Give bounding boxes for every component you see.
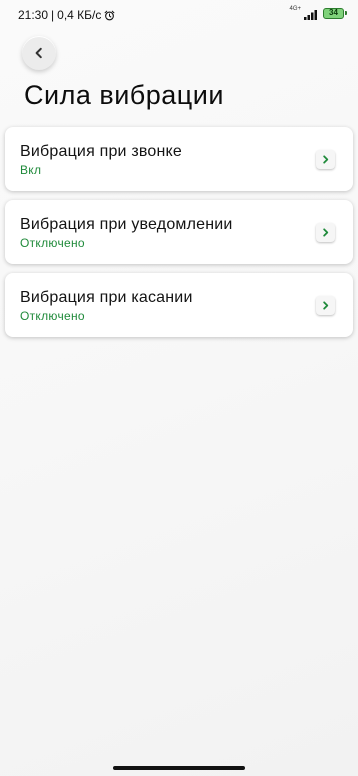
status-separator: | <box>51 8 55 22</box>
page-title: Сила вибрации <box>24 80 224 110</box>
item-value: Вкл <box>20 163 42 177</box>
touch-vibration-item[interactable]: Вибрация при касании Отключено <box>5 273 353 337</box>
chevron-right-icon <box>316 296 335 315</box>
signal-bars-icon <box>304 7 320 20</box>
alarm-clock-icon <box>104 10 115 21</box>
back-button[interactable] <box>22 36 56 70</box>
chevron-right-icon <box>316 150 335 169</box>
item-value: Отключено <box>20 309 85 323</box>
chevron-left-icon <box>35 47 42 59</box>
item-title: Вибрация при уведомлении <box>20 216 233 233</box>
status-time: 21:30 <box>18 8 49 22</box>
item-title: Вибрация при звонке <box>20 143 182 160</box>
status-bar: 21:30 | 0,4 КБ/с 4G+ 34 <box>0 0 358 30</box>
item-title: Вибрация при касании <box>20 289 193 306</box>
battery-icon: 34 <box>323 7 347 19</box>
ring-vibration-item[interactable]: Вибрация при звонке Вкл <box>5 127 353 191</box>
status-net-speed: 0,4 КБ/с <box>57 8 102 22</box>
item-value: Отключено <box>20 236 85 250</box>
chevron-right-icon <box>316 223 335 242</box>
battery-level: 34 <box>329 8 338 17</box>
notification-vibration-item[interactable]: Вибрация при уведомлении Отключено <box>5 200 353 264</box>
settings-list: Вибрация при звонке Вкл Вибрация при уве… <box>5 127 353 346</box>
status-right: 4G+ 34 <box>289 6 347 20</box>
home-indicator[interactable] <box>113 766 245 770</box>
status-left: 21:30 | 0,4 КБ/с <box>18 8 115 22</box>
network-type-label: 4G+ <box>289 6 301 12</box>
